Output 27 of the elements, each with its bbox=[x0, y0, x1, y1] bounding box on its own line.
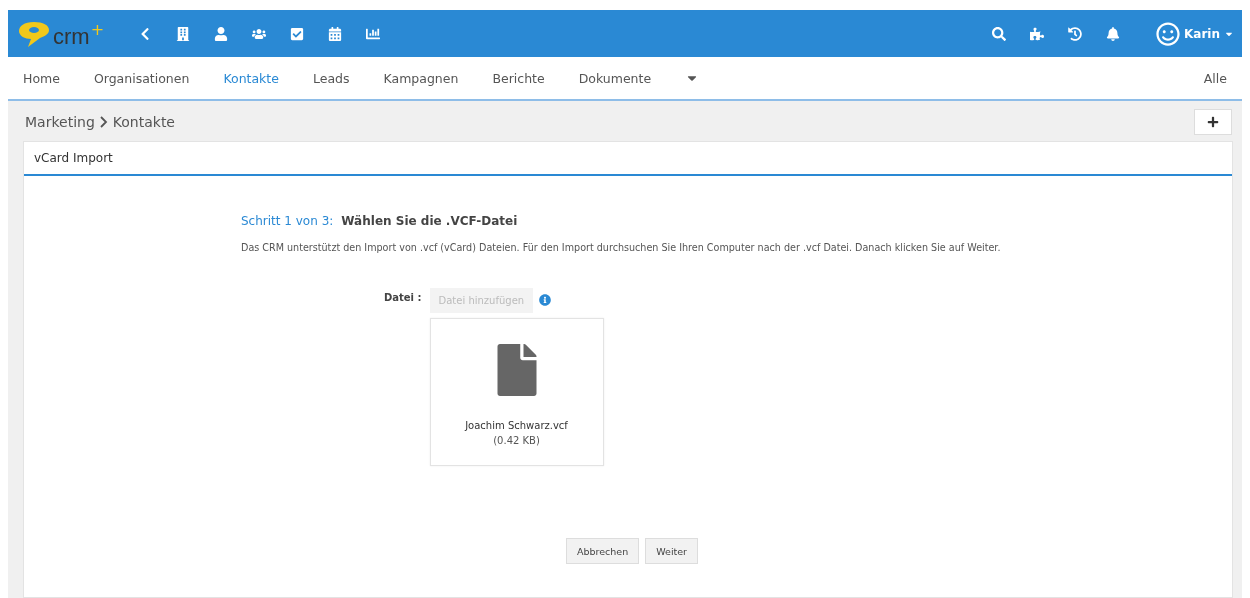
nav-tab[interactable]: Organisationen bbox=[93, 70, 190, 86]
nav-tab[interactable]: Berichte bbox=[492, 70, 545, 86]
step-title: Wählen Sie die .VCF-Datei bbox=[341, 214, 518, 228]
nav-tab[interactable]: Kontakte bbox=[223, 70, 279, 86]
smiley-avatar-icon bbox=[1156, 21, 1180, 46]
breadcrumb-item[interactable]: Marketing bbox=[25, 114, 95, 130]
plus-icon bbox=[1207, 116, 1219, 128]
step-label: Schritt 1 von 3: bbox=[241, 214, 334, 228]
nav-tab[interactable]: Leads bbox=[312, 70, 350, 86]
panel-title: vCard Import bbox=[24, 142, 1232, 176]
breadcrumb-item: Kontakte bbox=[112, 114, 175, 130]
nav-tab[interactable]: Home bbox=[23, 70, 60, 86]
chevron-icon bbox=[99, 116, 108, 128]
file-size: (0.42 KB) bbox=[493, 435, 540, 446]
cancel-button[interactable]: Abbrechen bbox=[566, 538, 640, 564]
nav-tab[interactable]: Dokumente bbox=[578, 70, 652, 86]
logo-text: crm bbox=[53, 25, 90, 48]
add-button[interactable] bbox=[1194, 109, 1232, 135]
file-label: Datei : bbox=[384, 292, 422, 303]
nav-tab[interactable]: Kampagnen bbox=[383, 70, 459, 86]
nav-tab[interactable]: Alle bbox=[1203, 70, 1227, 86]
file-name: Joachim Schwarz.vcf bbox=[465, 420, 568, 431]
next-button[interactable]: Weiter bbox=[645, 538, 698, 564]
speech-bubble-icon bbox=[16, 19, 52, 48]
logo-mark: + bbox=[90, 19, 105, 39]
user-menu[interactable]: Karin bbox=[1156, 21, 1234, 46]
description: Das CRM unterstützt den Import von .vcf (vCard) Dateien. Für den Import durchsuchen Sie Ihren Computer nach der .vcf Datei. Danach klicken Sie auf Weiter. bbox=[241, 242, 1002, 253]
